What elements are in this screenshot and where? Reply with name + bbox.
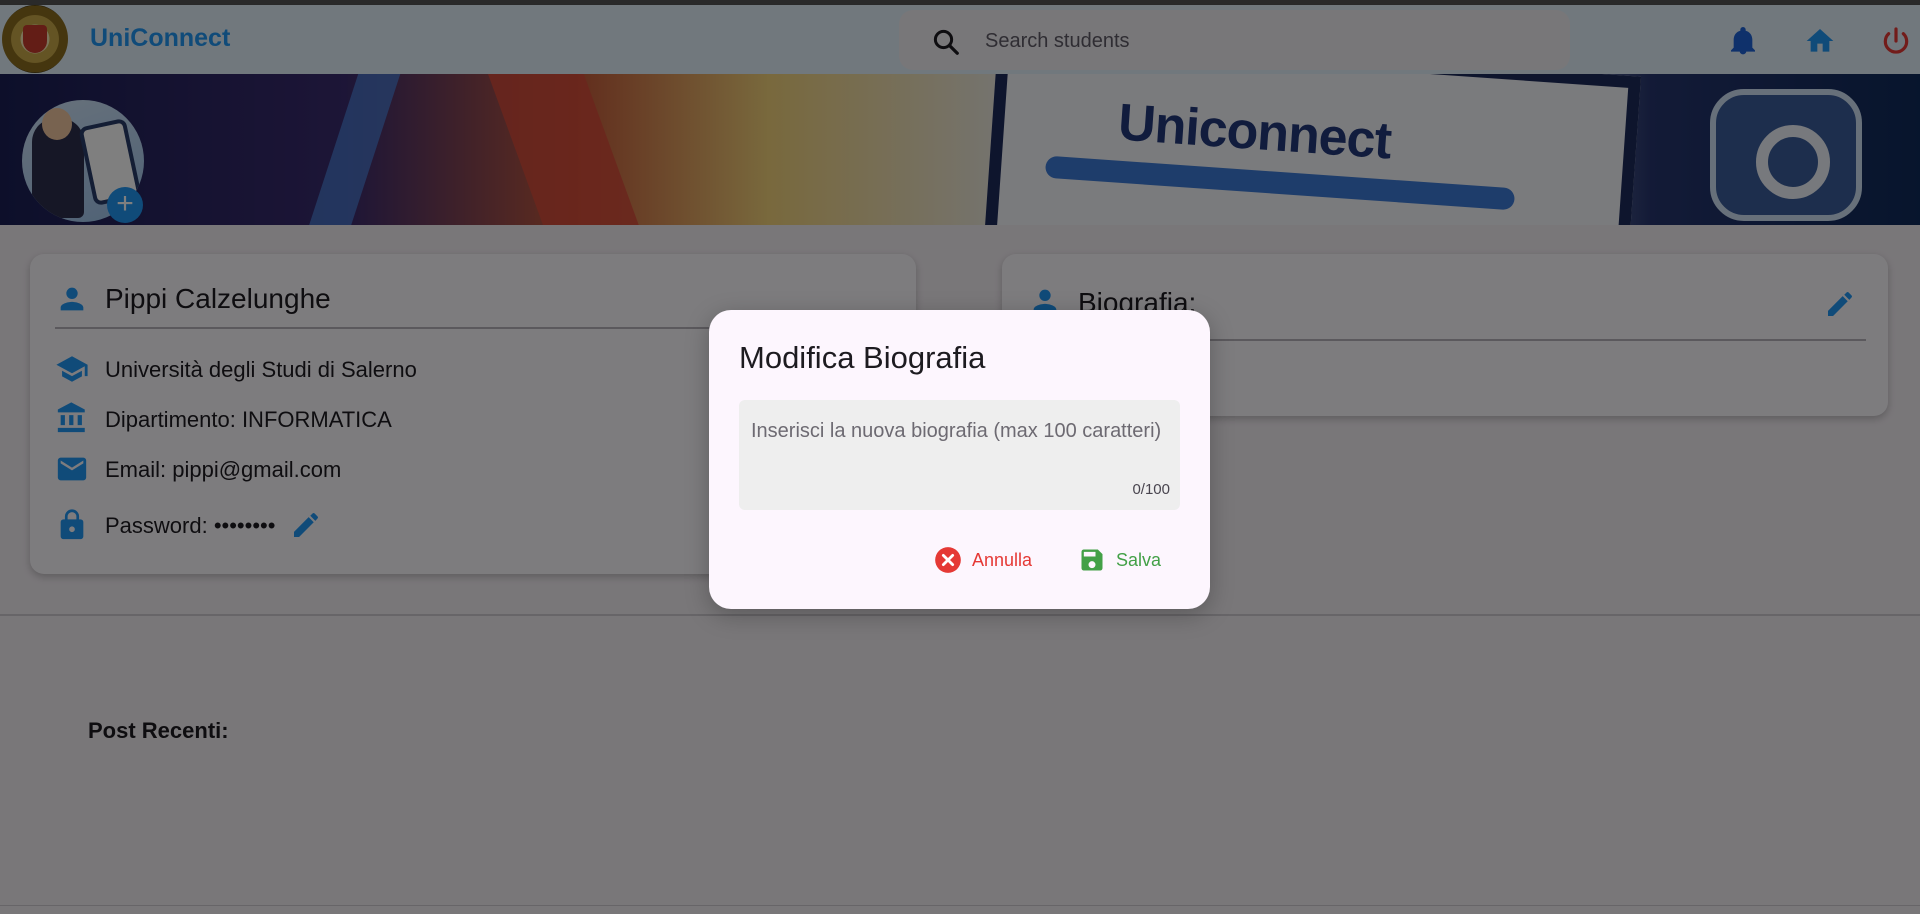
cancel-label: Annulla (972, 549, 1033, 570)
save-icon (1081, 549, 1103, 571)
edit-bio-dialog: Modifica Biografia 0/100 Annulla Salva (709, 310, 1210, 609)
bio-field[interactable]: 0/100 (739, 400, 1180, 510)
character-counter: 0/100 (1132, 481, 1170, 498)
cancel-icon (935, 547, 961, 573)
dialog-title: Modifica Biografia (739, 340, 986, 375)
save-label: Salva (1116, 549, 1162, 570)
cancel-button[interactable]: Annulla (934, 540, 1032, 580)
bio-input[interactable] (749, 418, 1178, 472)
save-button[interactable]: Salva (1078, 540, 1161, 580)
